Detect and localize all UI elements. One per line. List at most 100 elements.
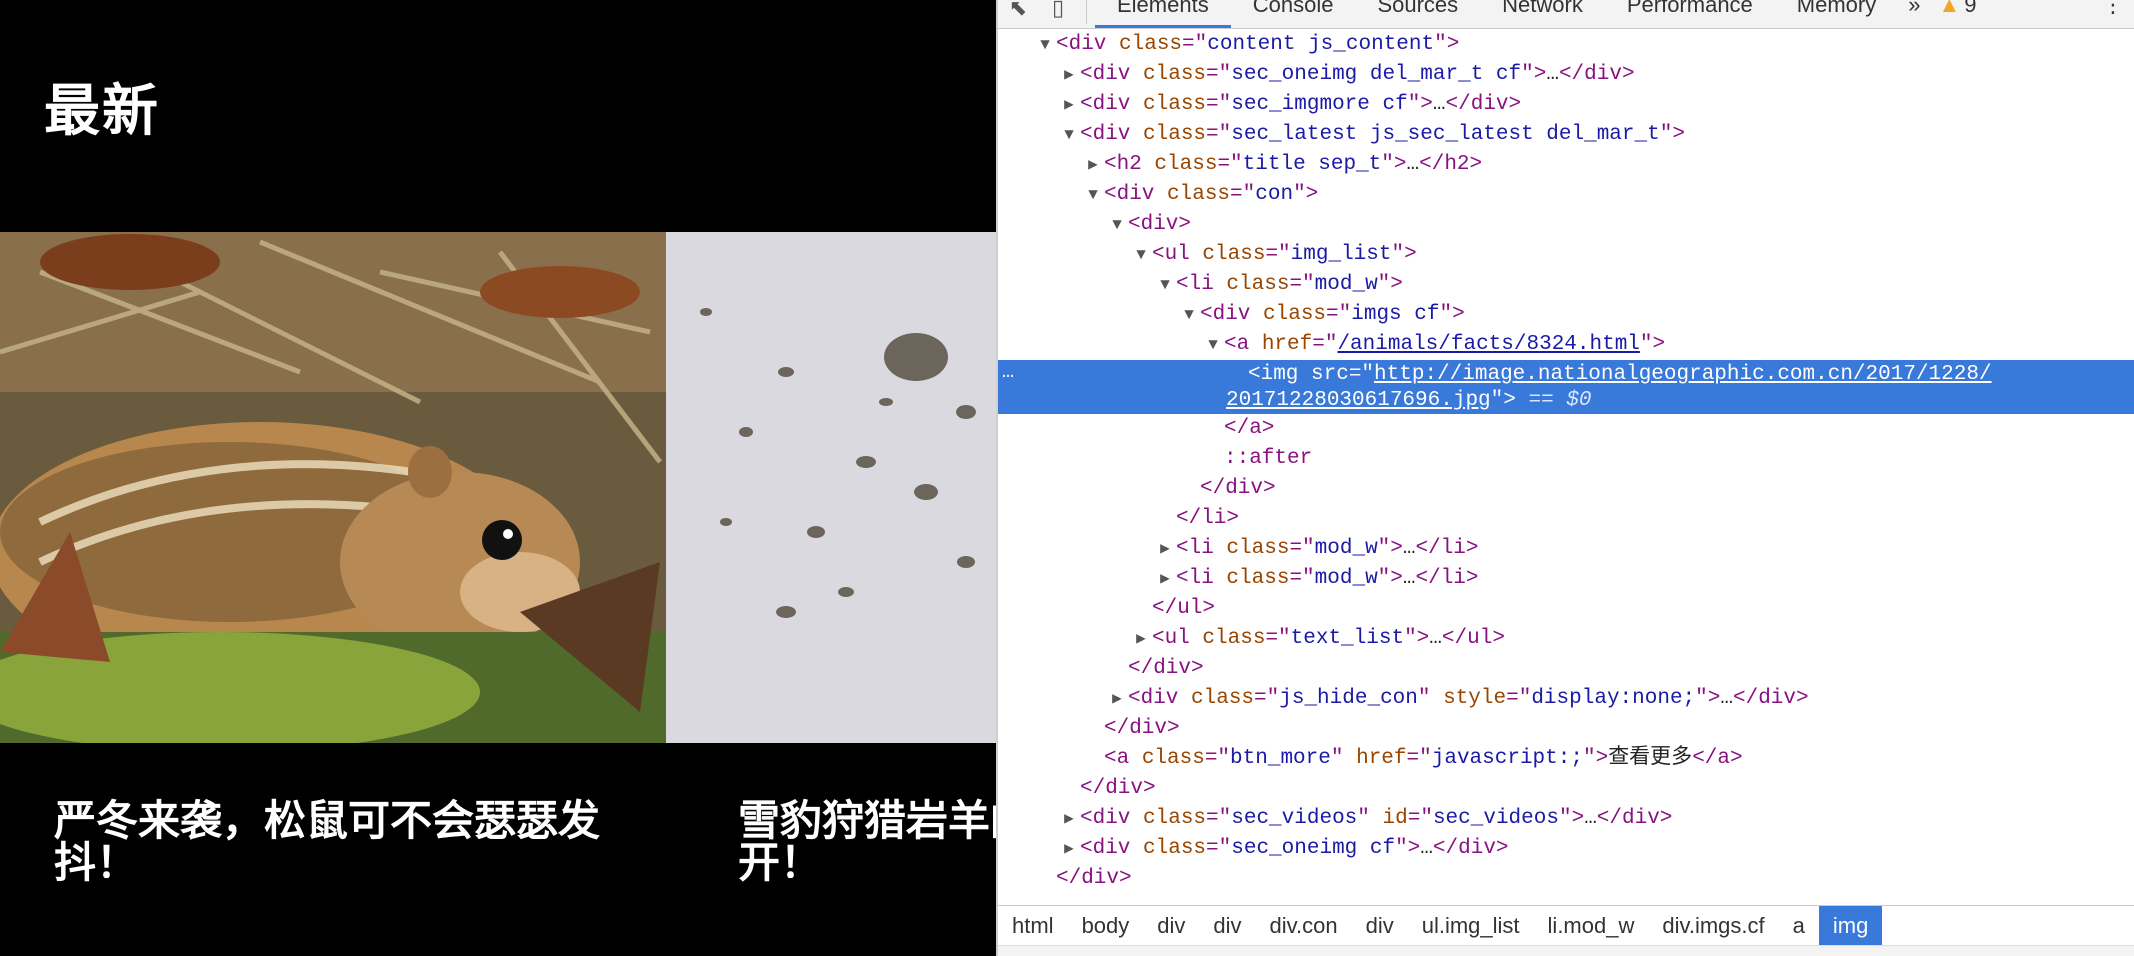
dom-node[interactable]: ▶ <h2 class="title sep_t">…</h2> (998, 150, 2134, 180)
dom-node[interactable]: ▼ <div class="sec_latest js_sec_latest de… (998, 120, 2134, 150)
dom-node[interactable]: ▶ <li class="mod_w">…</li> (998, 534, 2134, 564)
token-tag: =" (1204, 747, 1231, 770)
dom-node[interactable]: ▶ <li class="mod_w">…</li> (998, 564, 2134, 594)
dom-node[interactable]: </div> (998, 474, 2134, 504)
breadcrumb-item[interactable]: div (1352, 906, 1408, 946)
dom-node[interactable]: ▼ <a href="/animals/facts/8324.html"> (998, 330, 2134, 360)
dom-node[interactable]: </ul> (998, 594, 2134, 624)
dom-node[interactable]: </div> (998, 654, 2134, 684)
dom-node[interactable]: ▶ <ul class="text_list">…</ul> (998, 624, 2134, 654)
tab-memory[interactable]: Memory (1775, 0, 1898, 28)
breadcrumb-item[interactable]: ul.img_list (1408, 906, 1534, 946)
collapse-triangle-icon[interactable]: ▼ (1082, 180, 1104, 210)
breadcrumb-item[interactable]: div (1143, 906, 1199, 946)
snow-leopard-photo[interactable] (666, 232, 996, 743)
collapse-triangle-icon[interactable]: ▼ (1178, 300, 1200, 330)
token-tag: <div> (1128, 213, 1192, 236)
breadcrumb-item[interactable]: div (1199, 906, 1255, 946)
token-attr: class (1143, 63, 1207, 86)
token-val: display:none; (1531, 687, 1696, 710)
dom-node[interactable]: </a> (998, 414, 2134, 444)
warning-icon: ▲ (1938, 0, 1961, 17)
breadcrumb-item[interactable]: li.mod_w (1534, 906, 1649, 946)
token-tag: "> (1695, 687, 1721, 710)
token-tag: " (1357, 807, 1383, 830)
card-title[interactable]: 严冬来袭，松鼠可不会瑟瑟发 抖！ (54, 800, 614, 884)
dom-node[interactable]: ▶ <div class="sec_oneimg del_mar_t cf">…<… (998, 60, 2134, 90)
dom-tree[interactable]: ▼ <div class="content js_content"> ▶ <div c… (998, 30, 2134, 910)
dom-node[interactable]: </div> (998, 864, 2134, 894)
dom-node[interactable]: ▼ <div> (998, 210, 2134, 240)
breadcrumb-item[interactable]: div.con (1256, 906, 1352, 946)
more-tabs-button[interactable]: » (1898, 0, 1930, 28)
dom-node[interactable]: ▼ <li class="mod_w"> (998, 270, 2134, 300)
collapse-triangle-icon[interactable]: ▼ (1058, 120, 1080, 150)
expand-triangle-icon[interactable]: ▶ (1130, 624, 1152, 654)
breadcrumb-item[interactable]: img (1818, 906, 1883, 946)
dom-node[interactable]: </div> (998, 714, 2134, 744)
card-title[interactable]: 雪豹狩猎岩羊的 开！ (738, 800, 996, 884)
node-actions-icon[interactable]: … (1002, 360, 1014, 386)
dom-node-selected[interactable]: … <img src="http://image.nationalgeograph… (998, 360, 2134, 414)
collapse-triangle-icon[interactable]: ▼ (1130, 240, 1152, 270)
expand-triangle-icon[interactable]: ▶ (1058, 60, 1080, 90)
tab-elements[interactable]: Elements (1095, 0, 1231, 28)
token-tag: " (1417, 687, 1444, 710)
token-tag: =" (1206, 93, 1232, 116)
dom-node[interactable]: </li> (998, 504, 2134, 534)
tab-performance[interactable]: Performance (1605, 0, 1775, 28)
breadcrumb-item[interactable]: html (998, 906, 1068, 946)
token-attr: class (1143, 837, 1207, 860)
dom-node[interactable]: ▶ <div class="js_hide_con" style="display… (998, 684, 2134, 714)
dom-node[interactable]: ▼ <div class="con"> (998, 180, 2134, 210)
inspect-element-icon[interactable]: ⬉ (998, 0, 1038, 22)
breadcrumb-item[interactable]: body (1068, 906, 1144, 946)
dom-node[interactable]: ▼ <div class="imgs cf"> (998, 300, 2134, 330)
settings-menu-icon[interactable]: ⋮ (2092, 0, 2134, 28)
expand-triangle-icon[interactable]: ▶ (1058, 90, 1080, 120)
breadcrumb-item[interactable]: div.imgs.cf (1648, 906, 1778, 946)
token-tag: </div> (1445, 93, 1522, 116)
token-tag: <ul (1152, 243, 1203, 266)
dom-node[interactable]: ▼ <ul class="img_list"> (998, 240, 2134, 270)
dom-node[interactable]: ::after (998, 444, 2134, 474)
tab-sources[interactable]: Sources (1355, 0, 1480, 28)
dom-node[interactable]: </div> (998, 774, 2134, 804)
collapse-triangle-icon[interactable]: ▼ (1106, 210, 1128, 240)
expand-triangle-icon[interactable]: ▶ (1154, 534, 1176, 564)
collapse-triangle-icon[interactable]: ▼ (1154, 270, 1176, 300)
token-attr: class (1226, 273, 1290, 296)
breadcrumb-item[interactable]: a (1779, 906, 1819, 946)
token-tag: =" (1206, 837, 1232, 860)
dom-node[interactable]: ▶ <div class="sec_imgmore cf">…</div> (998, 90, 2134, 120)
tab-console[interactable]: Console (1231, 0, 1356, 28)
expand-triangle-icon[interactable]: ▶ (1058, 804, 1080, 834)
dom-node[interactable]: <a class="btn_more" href="javascript:;">… (998, 744, 2134, 774)
squirrel-photo[interactable] (0, 232, 666, 743)
collapse-triangle-icon[interactable]: ▼ (1034, 30, 1056, 60)
expand-triangle-icon[interactable]: ▶ (1154, 564, 1176, 594)
dom-node[interactable]: ▶ <div class="sec_videos" id="sec_videos"… (998, 804, 2134, 834)
token-tag: =" (1312, 333, 1338, 356)
dom-node[interactable]: ▶ <div class="sec_oneimg cf">…</div> (998, 834, 2134, 864)
warnings-counter[interactable]: ▲ 9 (1931, 0, 1985, 28)
device-toolbar-icon[interactable]: ▯ (1038, 0, 1078, 22)
token-tag: "> (1404, 627, 1430, 650)
token-tag: "> (1377, 567, 1403, 590)
attr-link[interactable]: /animals/facts/8324.html (1337, 333, 1639, 356)
breadcrumb: html body div div div.con div ul.img_list li.mo… (998, 905, 2134, 946)
tab-network[interactable]: Network (1480, 0, 1605, 28)
expand-triangle-icon[interactable]: ▶ (1058, 834, 1080, 864)
expand-triangle-icon[interactable]: ▶ (1082, 150, 1104, 180)
expand-triangle-icon[interactable]: ▶ (1106, 684, 1128, 714)
token-tag: "> (1381, 153, 1407, 176)
token-attr: href (1261, 333, 1313, 356)
token-val: js_hide_con (1279, 687, 1418, 710)
dom-node[interactable]: ▼ <div class="content js_content"> (998, 30, 2134, 60)
token-tag: <img (1248, 363, 1312, 386)
drawer-edge (998, 945, 2134, 956)
collapse-triangle-icon[interactable]: ▼ (1202, 330, 1224, 360)
token-tag: </div> (1056, 867, 1132, 890)
token-tag: <li (1176, 273, 1227, 296)
token-text: … (1402, 567, 1416, 590)
